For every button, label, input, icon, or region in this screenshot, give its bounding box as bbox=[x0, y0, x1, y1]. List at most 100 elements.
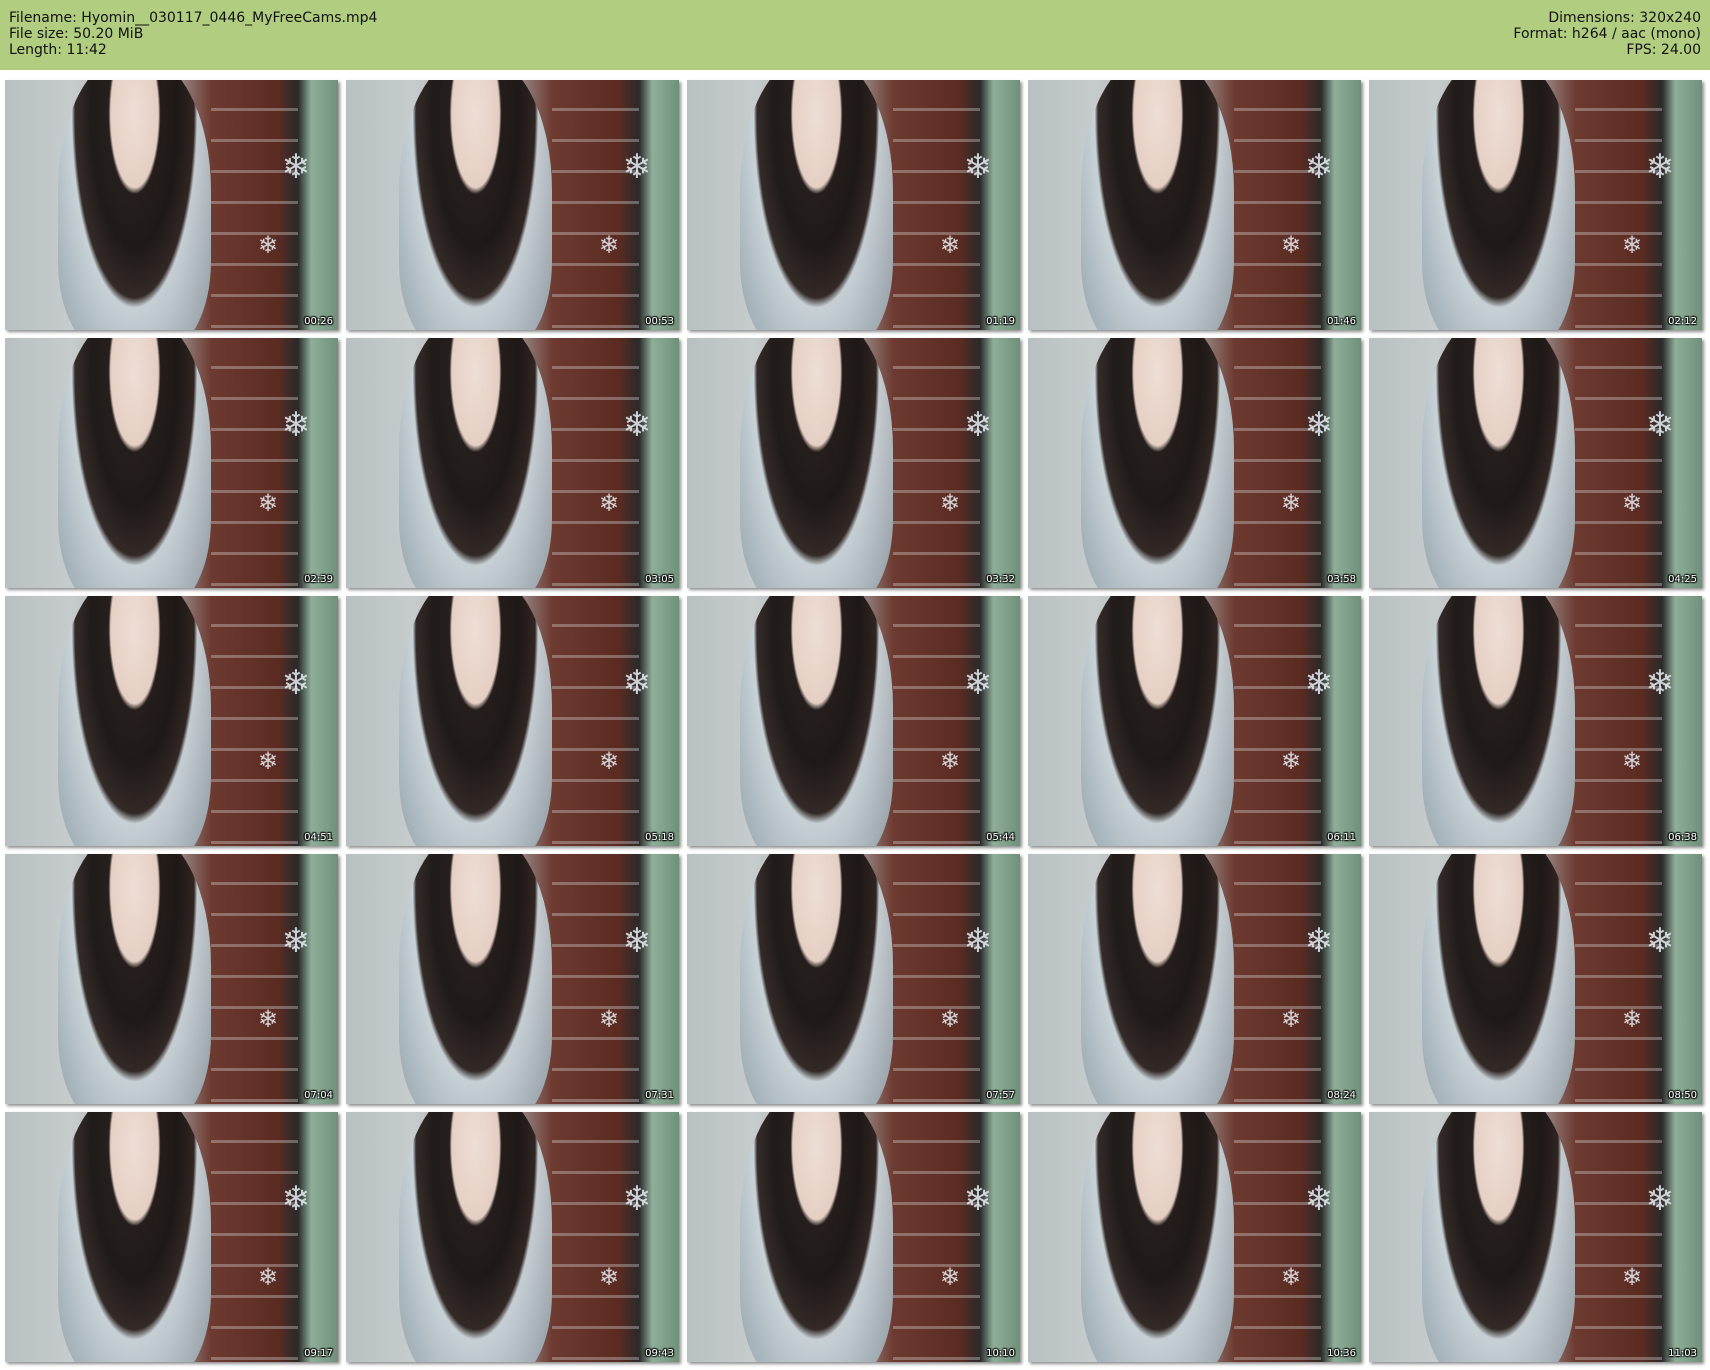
snowflake-icon: ❄ bbox=[1621, 1263, 1642, 1291]
video-thumbnail[interactable]: ❄ ❄ 04:25 bbox=[1369, 338, 1702, 588]
length-label: Length: 11:42 bbox=[9, 42, 107, 58]
thumbnail-timestamp: 00:26 bbox=[304, 316, 333, 327]
frame-image bbox=[1422, 596, 1576, 846]
snowflake-icon: ❄ bbox=[1280, 1263, 1301, 1291]
video-thumbnail[interactable]: ❄ ❄ 00:26 bbox=[5, 80, 338, 330]
frame-image bbox=[1422, 338, 1576, 588]
thumbnail-timestamp: 03:32 bbox=[986, 574, 1015, 585]
snowflake-icon: ❄ bbox=[257, 747, 278, 775]
background-door bbox=[1575, 80, 1663, 330]
snowflake-icon: ❄ bbox=[1621, 489, 1642, 517]
video-thumbnail[interactable]: ❄ ❄ 03:32 bbox=[687, 338, 1020, 588]
frame-image bbox=[1422, 80, 1576, 330]
video-thumbnail[interactable]: ❄ ❄ 03:05 bbox=[346, 338, 679, 588]
video-thumbnail[interactable]: ❄ ❄ 07:57 bbox=[687, 854, 1020, 1104]
video-thumbnail[interactable]: ❄ ❄ 06:11 bbox=[1028, 596, 1361, 846]
snowflake-icon: ❄ bbox=[622, 1179, 652, 1219]
snowflake-icon: ❄ bbox=[1645, 147, 1675, 187]
frame-image bbox=[399, 338, 553, 588]
video-thumbnail[interactable]: ❄ ❄ 01:19 bbox=[687, 80, 1020, 330]
thumbnail-timestamp: 03:58 bbox=[1327, 574, 1356, 585]
snowflake-icon: ❄ bbox=[257, 1263, 278, 1291]
snowflake-icon: ❄ bbox=[939, 747, 960, 775]
snowflake-icon: ❄ bbox=[1304, 405, 1334, 445]
video-thumbnail[interactable]: ❄ ❄ 06:38 bbox=[1369, 596, 1702, 846]
frame-image bbox=[1081, 80, 1235, 330]
filesize-label: File size: 50.20 MiB bbox=[9, 26, 144, 42]
snowflake-icon: ❄ bbox=[963, 1179, 993, 1219]
thumbnail-timestamp: 04:51 bbox=[304, 832, 333, 843]
snowflake-icon: ❄ bbox=[598, 489, 619, 517]
snowflake-icon: ❄ bbox=[1645, 405, 1675, 445]
video-thumbnail[interactable]: ❄ ❄ 01:46 bbox=[1028, 80, 1361, 330]
background-door bbox=[552, 1112, 640, 1362]
thumbnail-timestamp: 02:39 bbox=[304, 574, 333, 585]
thumbnail-timestamp: 01:19 bbox=[986, 316, 1015, 327]
snowflake-icon: ❄ bbox=[598, 1263, 619, 1291]
info-right: Dimensions: 320x240 Format: h264 / aac (… bbox=[1513, 10, 1701, 58]
background-door bbox=[1234, 854, 1322, 1104]
video-thumbnail[interactable]: ❄ ❄ 04:51 bbox=[5, 596, 338, 846]
thumbnail-timestamp: 07:04 bbox=[304, 1090, 333, 1101]
snowflake-icon: ❄ bbox=[257, 231, 278, 259]
video-thumbnail[interactable]: ❄ ❄ 02:39 bbox=[5, 338, 338, 588]
snowflake-icon: ❄ bbox=[622, 663, 652, 703]
frame-image bbox=[399, 1112, 553, 1362]
snowflake-icon: ❄ bbox=[622, 405, 652, 445]
background-door bbox=[1575, 1112, 1663, 1362]
thumbnail-timestamp: 06:38 bbox=[1668, 832, 1697, 843]
video-thumbnail[interactable]: ❄ ❄ 02:12 bbox=[1369, 80, 1702, 330]
thumbnail-timestamp: 05:18 bbox=[645, 832, 674, 843]
video-thumbnail[interactable]: ❄ ❄ 10:10 bbox=[687, 1112, 1020, 1362]
background-door bbox=[211, 596, 299, 846]
snowflake-icon: ❄ bbox=[1645, 1179, 1675, 1219]
snowflake-icon: ❄ bbox=[598, 747, 619, 775]
snowflake-icon: ❄ bbox=[281, 147, 311, 187]
snowflake-icon: ❄ bbox=[598, 1005, 619, 1033]
frame-image bbox=[399, 596, 553, 846]
background-door bbox=[893, 338, 981, 588]
video-thumbnail[interactable]: ❄ ❄ 09:17 bbox=[5, 1112, 338, 1362]
frame-image bbox=[1422, 1112, 1576, 1362]
thumbnail-timestamp: 06:11 bbox=[1327, 832, 1356, 843]
video-thumbnail[interactable]: ❄ ❄ 07:31 bbox=[346, 854, 679, 1104]
background-door bbox=[1234, 1112, 1322, 1362]
thumbnail-timestamp: 07:31 bbox=[645, 1090, 674, 1101]
frame-image bbox=[399, 80, 553, 330]
video-thumbnail[interactable]: ❄ ❄ 07:04 bbox=[5, 854, 338, 1104]
background-door bbox=[211, 854, 299, 1104]
info-header: Filename: Hyomin__030117_0446_MyFreeCams… bbox=[0, 0, 1710, 70]
frame-image bbox=[58, 338, 212, 588]
background-door bbox=[893, 80, 981, 330]
thumbnail-timestamp: 08:24 bbox=[1327, 1090, 1356, 1101]
thumbnail-timestamp: 10:36 bbox=[1327, 1348, 1356, 1359]
snowflake-icon: ❄ bbox=[963, 405, 993, 445]
snowflake-icon: ❄ bbox=[1621, 231, 1642, 259]
snowflake-icon: ❄ bbox=[622, 921, 652, 961]
snowflake-icon: ❄ bbox=[257, 489, 278, 517]
fps-label: FPS: 24.00 bbox=[1626, 42, 1701, 58]
snowflake-icon: ❄ bbox=[1280, 747, 1301, 775]
video-thumbnail[interactable]: ❄ ❄ 05:18 bbox=[346, 596, 679, 846]
snowflake-icon: ❄ bbox=[1304, 921, 1334, 961]
video-thumbnail[interactable]: ❄ ❄ 11:03 bbox=[1369, 1112, 1702, 1362]
video-thumbnail[interactable]: ❄ ❄ 09:43 bbox=[346, 1112, 679, 1362]
frame-image bbox=[399, 854, 553, 1104]
video-thumbnail[interactable]: ❄ ❄ 00:53 bbox=[346, 80, 679, 330]
snowflake-icon: ❄ bbox=[622, 147, 652, 187]
snowflake-icon: ❄ bbox=[1280, 1005, 1301, 1033]
video-thumbnail[interactable]: ❄ ❄ 03:58 bbox=[1028, 338, 1361, 588]
snowflake-icon: ❄ bbox=[963, 147, 993, 187]
background-door bbox=[893, 1112, 981, 1362]
snowflake-icon: ❄ bbox=[939, 1005, 960, 1033]
background-door bbox=[1234, 80, 1322, 330]
video-thumbnail[interactable]: ❄ ❄ 10:36 bbox=[1028, 1112, 1361, 1362]
video-thumbnail[interactable]: ❄ ❄ 05:44 bbox=[687, 596, 1020, 846]
snowflake-icon: ❄ bbox=[281, 921, 311, 961]
background-door bbox=[211, 80, 299, 330]
snowflake-icon: ❄ bbox=[1304, 147, 1334, 187]
video-thumbnail[interactable]: ❄ ❄ 08:24 bbox=[1028, 854, 1361, 1104]
video-thumbnail[interactable]: ❄ ❄ 08:50 bbox=[1369, 854, 1702, 1104]
snowflake-icon: ❄ bbox=[1621, 1005, 1642, 1033]
thumbnail-timestamp: 10:10 bbox=[986, 1348, 1015, 1359]
